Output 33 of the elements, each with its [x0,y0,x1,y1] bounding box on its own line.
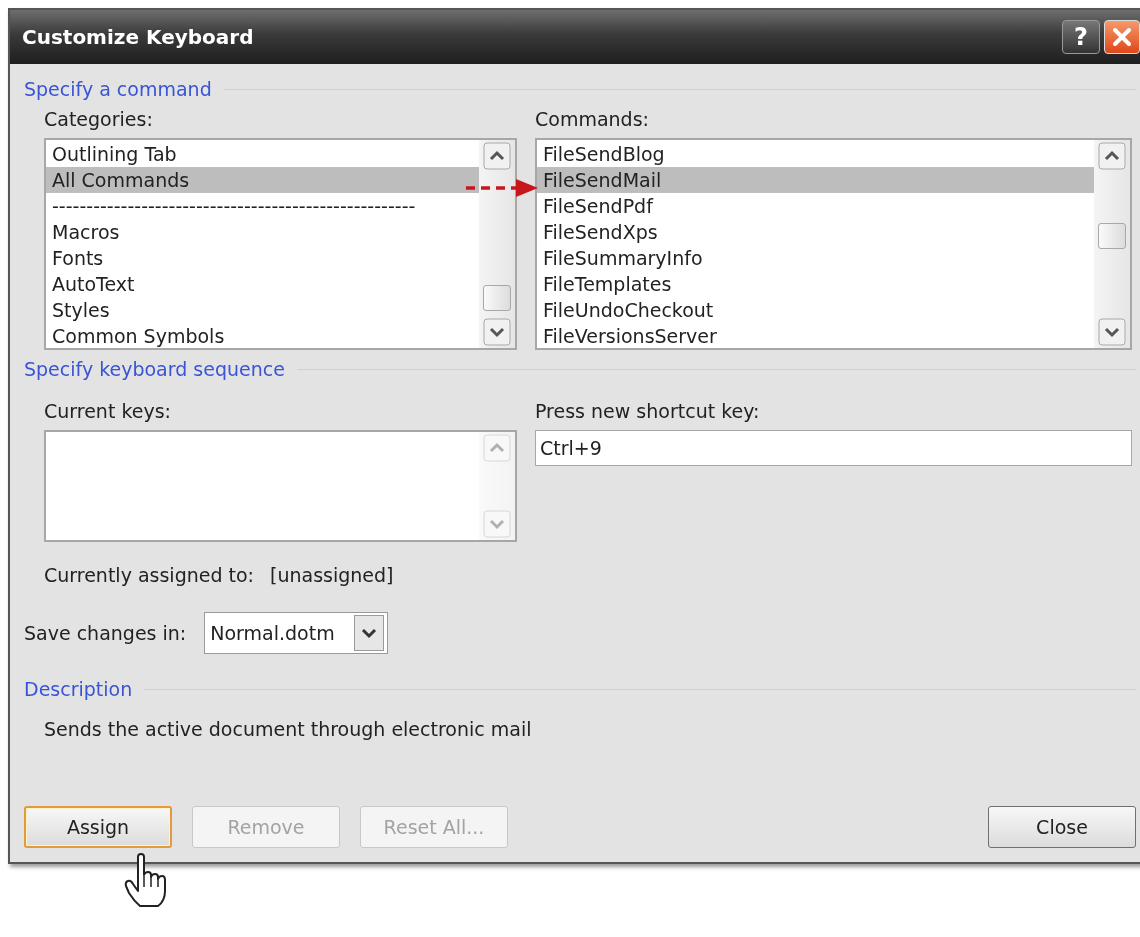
list-item[interactable]: Outlining Tab [46,141,479,167]
list-item[interactable]: FileUndoCheckout [537,297,1094,323]
field-label: Current keys: [44,400,172,422]
shortcut-input[interactable]: Ctrl+9 [535,430,1132,466]
list-item[interactable]: FileSendMail [537,167,1094,193]
assigned-value: [unassigned] [270,564,394,586]
list-item[interactable]: FileSendXps [537,219,1094,245]
list-item[interactable]: FileSendPdf [537,193,1094,219]
assigned-label: Currently assigned to: [44,564,254,586]
window-title: Customize Keyboard [22,25,254,49]
section-heading: Description [24,678,133,700]
field-label: Categories: [44,108,154,130]
description-text: Sends the active document through electronic mail [44,718,533,740]
help-button[interactable]: ? [1062,20,1100,54]
list-item[interactable]: Common Symbols [46,323,479,349]
dropdown[interactable]: Normal.dotm [204,612,389,654]
close-dialog-button[interactable]: Close [988,806,1136,848]
list-item[interactable]: FileSendBlog [537,141,1094,167]
section-heading: Specify keyboard sequence [24,358,285,380]
list-item[interactable]: AutoText [46,271,479,297]
list-item[interactable]: FileTemplates [537,271,1094,297]
list-item[interactable]: Styles [46,297,479,323]
list-item[interactable]: FileVersionsServer [537,323,1094,349]
section-heading: Specify a command [24,78,212,100]
list-item[interactable]: FileSummaryInfo [537,245,1094,271]
field-label: Press new shortcut key: [535,400,761,422]
field-label: Commands: [535,108,650,130]
list-item[interactable]: ----------------------------------------------------- [46,193,479,219]
dialog-button[interactable]: Assign [24,806,172,848]
list-item[interactable]: Fonts [46,245,479,271]
list-item[interactable]: Macros [46,219,479,245]
field-label: Save changes in: [24,622,187,644]
list-item[interactable]: All Commands [46,167,479,193]
